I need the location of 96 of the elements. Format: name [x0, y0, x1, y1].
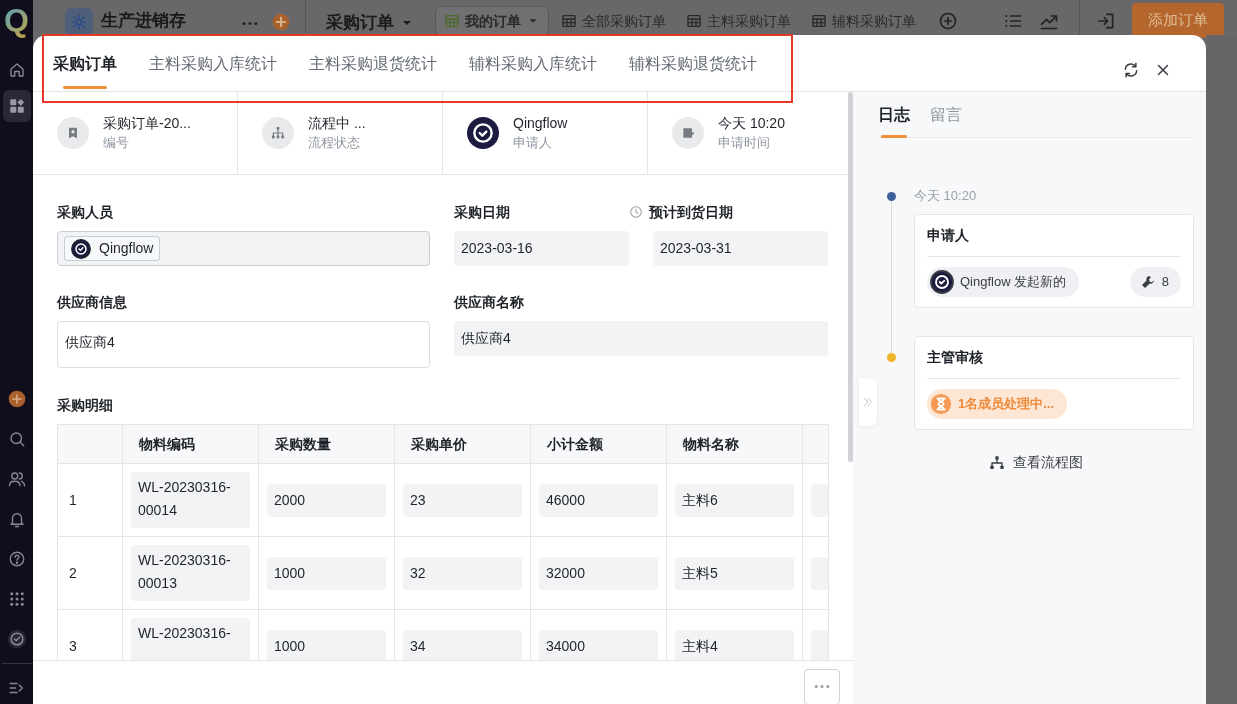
- member-chip: Qingflow: [64, 236, 161, 261]
- row-number: 1: [69, 491, 77, 508]
- sidebar-item[interactable]: [2, 90, 31, 122]
- table-cell: 46000: [539, 483, 658, 517]
- member-field[interactable]: Qingflow: [57, 231, 430, 266]
- document-icon: [57, 117, 89, 149]
- form-dropdown[interactable]: 采购订单: [326, 8, 415, 38]
- table-cell: 1000: [267, 556, 386, 590]
- table-cell: 23: [403, 483, 522, 517]
- status-chip: 1名成员处理中...: [927, 389, 1068, 419]
- add-view-button[interactable]: [938, 10, 958, 32]
- table-cell: 2000: [267, 483, 386, 517]
- table-icon: [686, 13, 702, 29]
- flow-chart-link[interactable]: 查看流程图: [989, 452, 1083, 473]
- field-label: 采购人员: [57, 203, 113, 221]
- table-cell: 32000: [539, 556, 658, 590]
- table-cell: 主料6: [675, 483, 794, 517]
- exit-icon: [1096, 11, 1116, 32]
- row-number: 2: [69, 564, 77, 581]
- table-cell: 主料5: [675, 556, 794, 590]
- home-icon: [7, 61, 26, 79]
- summary-caption: 编号: [103, 134, 130, 152]
- tab[interactable]: 采购订单: [53, 35, 117, 92]
- flowchart-icon: [989, 454, 1005, 471]
- readonly-field: 2023-03-31: [653, 231, 828, 266]
- summary-value: 今天 10:20: [718, 114, 785, 133]
- chevrons-icon: [861, 395, 875, 409]
- table-cell: WL-20230316-: [131, 618, 250, 660]
- tab[interactable]: 辅料采购入库统计: [469, 35, 597, 92]
- avatar-icon: [930, 270, 954, 294]
- app-name: 生产进销存: [101, 10, 187, 32]
- table-icon: [444, 13, 460, 29]
- field-label: 采购日期: [454, 203, 510, 221]
- plus-icon: [271, 12, 291, 32]
- table-cell: WL-20230316-00013: [131, 545, 250, 601]
- row-number: 3: [69, 637, 77, 654]
- table-cell: [811, 483, 829, 517]
- column-header: 采购数量: [258, 424, 395, 464]
- column-header: 采购单价: [394, 424, 531, 464]
- tab[interactable]: 主料采购退货统计: [309, 35, 437, 92]
- scrollbar[interactable]: [848, 92, 853, 462]
- readonly-field: 供应商4: [454, 321, 828, 356]
- table-cell: [811, 629, 829, 660]
- note-icon: [672, 117, 704, 149]
- readonly-field: 2023-03-16: [454, 231, 629, 266]
- hierarchy-icon: [262, 117, 294, 149]
- table-cell: 1000: [267, 629, 386, 660]
- summary-value: Qingflow: [513, 114, 568, 133]
- count-chip: 8: [1129, 267, 1181, 297]
- collapse-handle[interactable]: [859, 378, 877, 426]
- summary-value: 采购订单-20...: [103, 114, 191, 133]
- refresh-icon: [1122, 60, 1140, 79]
- summary-caption: 流程状态: [308, 134, 361, 152]
- plus-icon: [938, 11, 958, 32]
- apps-icon: [7, 97, 26, 115]
- actor-chip: Qingflow 发起新的: [927, 267, 1080, 297]
- table-cell: 34000: [539, 629, 658, 660]
- field-label: 供应商名称: [454, 293, 524, 311]
- field-label: 供应商信息: [57, 293, 127, 311]
- table-icon: [811, 13, 827, 29]
- table-cell: 32: [403, 556, 522, 590]
- log-time: 今天 10:20: [914, 188, 978, 204]
- more-icon: [241, 20, 259, 26]
- plus-icon: [6, 389, 27, 409]
- table-cell: 主料4: [675, 629, 794, 660]
- column-header: 小计金额: [530, 424, 667, 464]
- summary-value: 流程中 ...: [308, 114, 366, 133]
- table-cell: 34: [403, 629, 522, 660]
- more-icon: [813, 684, 831, 689]
- search-icon: [7, 430, 26, 448]
- grid-icon: [7, 590, 26, 608]
- users-icon: [7, 470, 26, 488]
- tab[interactable]: 主料采购入库统计: [149, 35, 277, 92]
- tab[interactable]: 日志: [878, 92, 910, 138]
- avatar-icon: [6, 629, 27, 649]
- avatar-icon: [467, 117, 499, 149]
- log-title: 主管审核: [927, 337, 1181, 379]
- column-header: 物料编码: [122, 424, 259, 464]
- bell-icon: [7, 510, 26, 528]
- view-tab[interactable]: 我的订单: [435, 6, 549, 36]
- table-cell: WL-20230316-00014: [131, 472, 250, 528]
- hourglass-icon: [930, 393, 952, 415]
- column-header: 物料名称: [666, 424, 803, 464]
- wrench-icon: [1139, 274, 1156, 290]
- section-title: 采购明细: [57, 396, 114, 414]
- input-field[interactable]: 供应商4: [57, 321, 430, 368]
- help-icon: [7, 550, 26, 568]
- log-title: 申请人: [927, 215, 1181, 257]
- avatar-icon: [71, 238, 91, 259]
- summary-caption: 申请人: [513, 134, 553, 152]
- summary-caption: 申请时间: [718, 134, 771, 152]
- field-label: 预计到货日期: [649, 203, 733, 221]
- tab[interactable]: 辅料采购退货统计: [629, 35, 757, 92]
- tab[interactable]: 留言: [930, 92, 962, 138]
- table-icon: [561, 13, 577, 29]
- table-cell: [811, 556, 829, 590]
